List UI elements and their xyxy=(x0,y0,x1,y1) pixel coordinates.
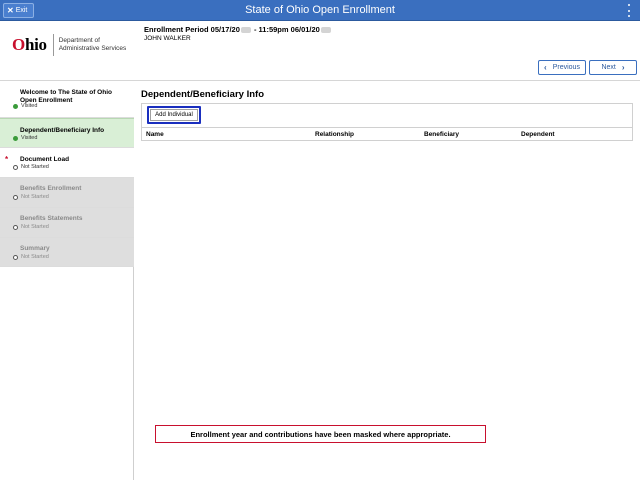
sidebar-item-dependent-info[interactable]: Dependent/Beneficiary Info Visited xyxy=(0,118,134,148)
column-header-beneficiary[interactable]: Beneficiary xyxy=(424,131,459,138)
sidebar-item-document-load[interactable]: * Document Load Not Started xyxy=(0,148,134,178)
app-title: State of Ohio Open Enrollment xyxy=(245,4,395,16)
status-dot-icon xyxy=(13,103,18,109)
sidebar-item-welcome[interactable]: Welcome to The State of Ohio Open Enroll… xyxy=(0,81,134,118)
chevron-left-icon: ‹ xyxy=(544,63,547,72)
status-dot-icon xyxy=(13,224,18,230)
ohio-logo: Ohio Department of Administrative Servic… xyxy=(12,32,126,58)
required-icon: * xyxy=(5,155,9,164)
next-label: Next xyxy=(601,64,616,71)
sidebar-item-benefits-statements: Benefits Statements Not Started xyxy=(0,208,134,238)
status-dot-icon xyxy=(13,135,18,141)
step-title: Summary xyxy=(20,245,50,252)
chevron-right-icon: › xyxy=(621,63,625,72)
step-title: Welcome to The State of Ohio Open Enroll… xyxy=(20,89,112,104)
user-name: JOHN WALKER xyxy=(144,35,191,42)
logo-department: Department of Administrative Services xyxy=(58,37,127,52)
status-dot-icon xyxy=(13,254,18,260)
exit-button[interactable]: ✕ Exit xyxy=(3,3,34,18)
step-status: Not Started xyxy=(13,194,49,200)
column-header-name[interactable]: Name xyxy=(146,131,164,138)
step-title: Document Load xyxy=(20,156,70,163)
step-title: Dependent/Beneficiary Info xyxy=(20,127,105,134)
step-status: Visited xyxy=(13,103,37,109)
next-button[interactable]: Next › xyxy=(589,60,637,75)
close-icon: ✕ xyxy=(7,6,14,15)
step-title: Benefits Statements xyxy=(20,215,83,222)
header: Ohio Department of Administrative Servic… xyxy=(0,21,640,81)
column-header-dependent[interactable]: Dependent xyxy=(521,131,555,138)
column-header-relationship[interactable]: Relationship xyxy=(315,131,354,138)
sidebar: Welcome to The State of Ohio Open Enroll… xyxy=(0,81,134,480)
enrollment-period: Enrollment Period 05/17/20 - 11:59pm 06/… xyxy=(144,25,332,34)
sidebar-item-benefits-enrollment: Benefits Enrollment Not Started xyxy=(0,178,134,208)
sidebar-item-summary: Summary Not Started xyxy=(0,238,134,267)
masked-value xyxy=(240,27,251,34)
step-status: Not Started xyxy=(13,164,49,170)
top-bar: State of Ohio Open Enrollment ✕ Exit xyxy=(0,0,640,21)
masked-value xyxy=(320,27,331,34)
exit-label: Exit xyxy=(15,7,28,14)
kebab-menu-icon[interactable] xyxy=(627,4,631,17)
status-dot-icon xyxy=(13,194,18,200)
step-title: Benefits Enrollment xyxy=(20,185,82,192)
step-status: Visited xyxy=(13,135,37,141)
logo-wordmark: Ohio xyxy=(12,35,47,54)
status-dot-icon xyxy=(13,164,18,170)
dependents-grid: Add Individual Name Relationship Benefic… xyxy=(141,103,633,141)
step-status: Not Started xyxy=(13,224,49,230)
previous-label: Previous xyxy=(552,64,580,71)
masking-notice: Enrollment year and contributions have b… xyxy=(155,425,486,443)
grid-header-row: Name Relationship Beneficiary Dependent xyxy=(142,127,632,140)
add-individual-button[interactable]: Add Individual xyxy=(147,106,201,124)
main-content: Dependent/Beneficiary Info Add Individua… xyxy=(135,81,640,480)
page-title: Dependent/Beneficiary Info xyxy=(141,89,264,100)
add-individual-label: Add Individual xyxy=(150,109,198,121)
logo-divider xyxy=(52,34,54,56)
step-status: Not Started xyxy=(13,254,49,260)
previous-button[interactable]: ‹ Previous xyxy=(538,60,586,75)
